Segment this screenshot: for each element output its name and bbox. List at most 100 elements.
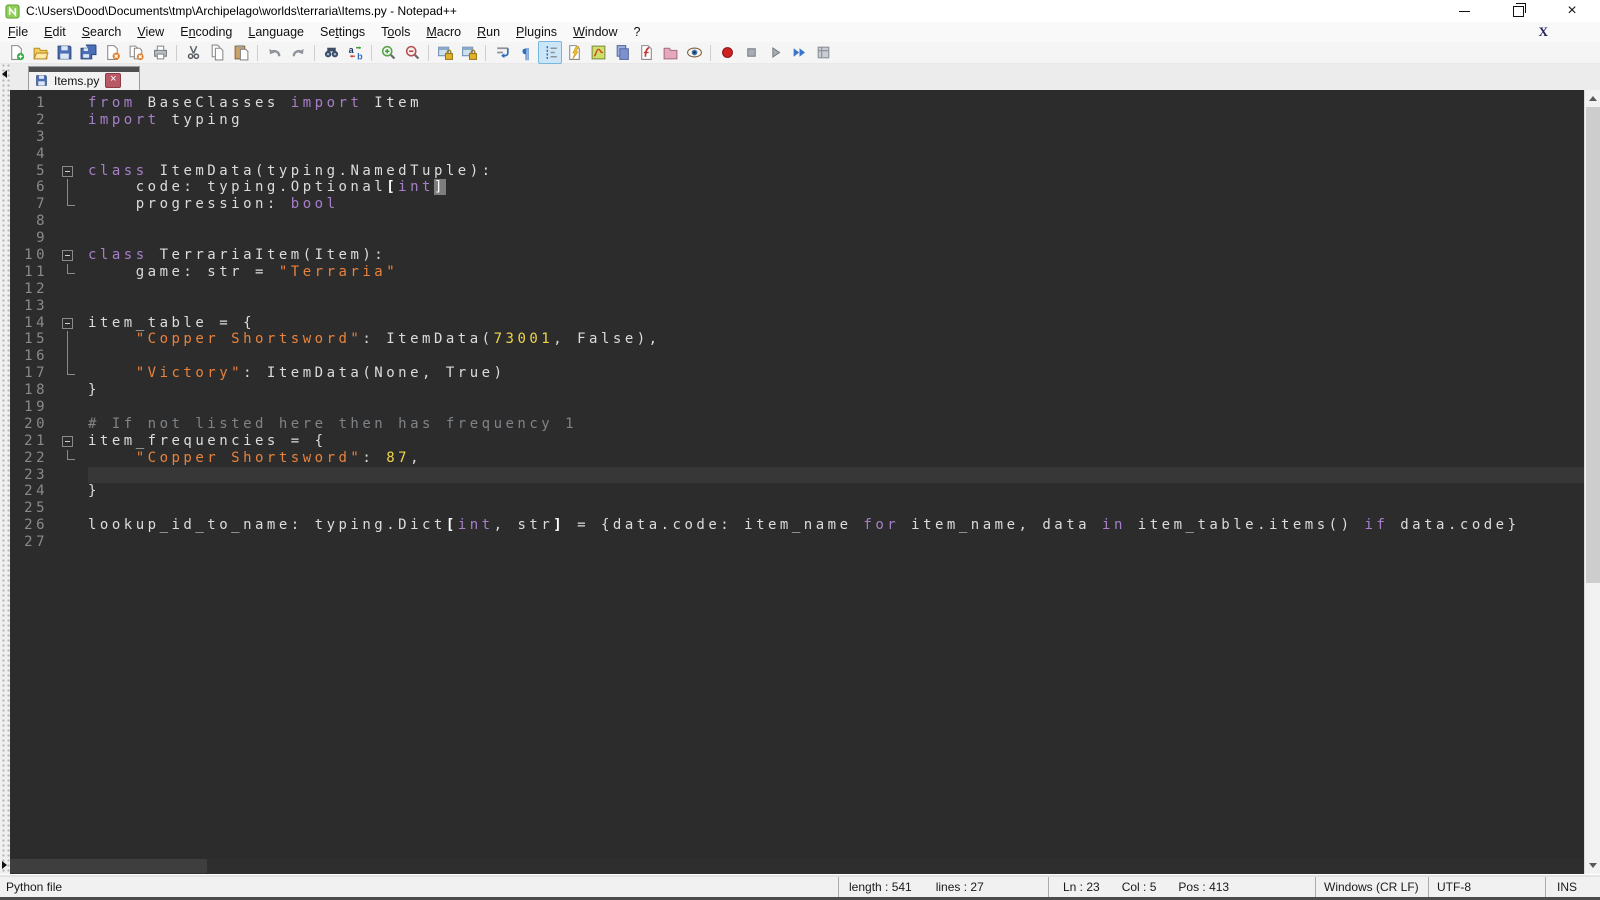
svg-text:¶: ¶ bbox=[521, 46, 529, 61]
menu-window[interactable]: Window bbox=[565, 22, 625, 42]
code-line[interactable]: 22 "Copper Shortsword": 87, bbox=[10, 450, 1584, 467]
scroll-down-button[interactable] bbox=[1585, 857, 1600, 874]
macro-run-multiple-button[interactable] bbox=[787, 41, 811, 64]
macro-record-button[interactable] bbox=[715, 41, 739, 64]
find-button[interactable] bbox=[319, 41, 343, 64]
fold-collapse-icon[interactable] bbox=[48, 433, 88, 450]
code-line[interactable]: 4 bbox=[10, 146, 1584, 163]
print-button[interactable] bbox=[148, 41, 172, 64]
code-line[interactable]: 11 game: str = "Terraria" bbox=[10, 264, 1584, 281]
line-number: 8 bbox=[10, 213, 48, 230]
restore-button[interactable] bbox=[1504, 1, 1532, 21]
close-document-x[interactable]: X bbox=[1539, 22, 1548, 42]
code-line[interactable]: 27 bbox=[10, 534, 1584, 551]
menu-view[interactable]: View bbox=[129, 22, 172, 42]
menu-macro[interactable]: Macro bbox=[418, 22, 469, 42]
code-line[interactable]: 17 "Victory": ItemData(None, True) bbox=[10, 365, 1584, 382]
code-line[interactable]: 2import typing bbox=[10, 112, 1584, 129]
code-line[interactable]: 16 bbox=[10, 348, 1584, 365]
scroll-up-button[interactable] bbox=[1585, 90, 1600, 107]
menu-plugins[interactable]: Plugins bbox=[508, 22, 565, 42]
undo-button[interactable] bbox=[262, 41, 286, 64]
code-line[interactable]: 5class ItemData(typing.NamedTuple): bbox=[10, 163, 1584, 180]
close-file-button[interactable] bbox=[100, 41, 124, 64]
menu-run[interactable]: Run bbox=[469, 22, 508, 42]
code-line[interactable]: 7 progression: bool bbox=[10, 196, 1584, 213]
menu-file[interactable]: File bbox=[0, 22, 36, 42]
vertical-scrollbar-thumb[interactable] bbox=[1586, 107, 1600, 583]
code-line[interactable]: 12 bbox=[10, 281, 1584, 298]
close-all-button[interactable] bbox=[124, 41, 148, 64]
menu-search[interactable]: Search bbox=[74, 22, 130, 42]
user-defined-language-button[interactable] bbox=[562, 41, 586, 64]
menu-encoding[interactable]: Encoding bbox=[172, 22, 240, 42]
code-line[interactable]: 25 bbox=[10, 500, 1584, 517]
zoom-out-button[interactable] bbox=[400, 41, 424, 64]
fold-collapse-icon[interactable] bbox=[48, 163, 88, 180]
folder-as-workspace-button[interactable] bbox=[658, 41, 682, 64]
new-file-button[interactable] bbox=[4, 41, 28, 64]
code-line[interactable]: 20# If not listed here then has frequenc… bbox=[10, 416, 1584, 433]
menu-tools[interactable]: Tools bbox=[373, 22, 418, 42]
document-list-button[interactable] bbox=[610, 41, 634, 64]
status-insert-mode[interactable]: INS bbox=[1545, 877, 1600, 897]
fold-margin bbox=[48, 298, 88, 315]
zoom-in-button[interactable] bbox=[376, 41, 400, 64]
show-indent-guide-button[interactable] bbox=[538, 41, 562, 64]
dock-gripper[interactable] bbox=[0, 64, 10, 877]
macro-save-button[interactable] bbox=[811, 41, 835, 64]
code-line[interactable]: 26lookup_id_to_name: typing.Dict[int, st… bbox=[10, 517, 1584, 534]
sync-vertical-scrolling-button[interactable] bbox=[433, 41, 457, 64]
fold-collapse-icon[interactable] bbox=[48, 247, 88, 264]
document-map-button[interactable] bbox=[586, 41, 610, 64]
code-line[interactable]: 18} bbox=[10, 382, 1584, 399]
code-line[interactable]: 1from BaseClasses import Item bbox=[10, 95, 1584, 112]
sync-horizontal-scrolling-button[interactable] bbox=[457, 41, 481, 64]
code-line[interactable]: 19 bbox=[10, 399, 1584, 416]
code-line[interactable]: 10class TerrariaItem(Item): bbox=[10, 247, 1584, 264]
function-list-button[interactable] bbox=[634, 41, 658, 64]
menu-help[interactable]: ? bbox=[626, 22, 649, 42]
menu-language[interactable]: Language bbox=[240, 22, 312, 42]
code-line[interactable]: 15 "Copper Shortsword": ItemData(73001, … bbox=[10, 331, 1584, 348]
status-eol-format[interactable]: Windows (CR LF) bbox=[1315, 877, 1428, 897]
save-all-button[interactable] bbox=[76, 41, 100, 64]
monitoring-button[interactable] bbox=[682, 41, 706, 64]
horizontal-scrollbar[interactable] bbox=[10, 858, 1584, 874]
tab-scroll-left-icon[interactable] bbox=[2, 70, 7, 78]
code-line[interactable]: 14item_table = { bbox=[10, 315, 1584, 332]
vertical-scrollbar[interactable] bbox=[1584, 90, 1600, 874]
code-line[interactable]: 9 bbox=[10, 230, 1584, 247]
fold-margin bbox=[48, 517, 88, 534]
code-line[interactable]: 6 code: typing.Optional[int] bbox=[10, 179, 1584, 196]
code-line-current[interactable]: 23 bbox=[10, 467, 1584, 484]
dock-arrow-icon[interactable] bbox=[2, 861, 7, 869]
folder-as-workspace-icon bbox=[662, 44, 679, 61]
open-file-button[interactable] bbox=[28, 41, 52, 64]
word-wrap-button[interactable] bbox=[490, 41, 514, 64]
fold-collapse-icon[interactable] bbox=[48, 315, 88, 332]
show-all-characters-button[interactable]: ¶ bbox=[514, 41, 538, 64]
save-file-button[interactable] bbox=[52, 41, 76, 64]
copy-button[interactable] bbox=[205, 41, 229, 64]
status-encoding[interactable]: UTF-8 bbox=[1428, 877, 1545, 897]
menu-edit[interactable]: Edit bbox=[36, 22, 74, 42]
code-editor[interactable]: 1from BaseClasses import Item2import typ… bbox=[10, 90, 1584, 858]
redo-button[interactable] bbox=[286, 41, 310, 64]
code-line[interactable]: 24} bbox=[10, 483, 1584, 500]
menu-settings[interactable]: Settings bbox=[312, 22, 373, 42]
macro-stop-button[interactable] bbox=[739, 41, 763, 64]
horizontal-scrollbar-thumb[interactable] bbox=[10, 859, 207, 873]
code-line[interactable]: 21item_frequencies = { bbox=[10, 433, 1584, 450]
macro-play-button[interactable] bbox=[763, 41, 787, 64]
close-button[interactable]: × bbox=[1558, 1, 1586, 21]
code-line[interactable]: 8 bbox=[10, 213, 1584, 230]
replace-button[interactable]: ab bbox=[343, 41, 367, 64]
paste-button[interactable] bbox=[229, 41, 253, 64]
code-line[interactable]: 13 bbox=[10, 298, 1584, 315]
minimize-button[interactable] bbox=[1450, 1, 1478, 21]
cut-button[interactable] bbox=[181, 41, 205, 64]
code-line[interactable]: 3 bbox=[10, 129, 1584, 146]
tab-close-icon[interactable]: × bbox=[105, 73, 121, 88]
tab-items-py[interactable]: Items.py × bbox=[28, 66, 140, 90]
